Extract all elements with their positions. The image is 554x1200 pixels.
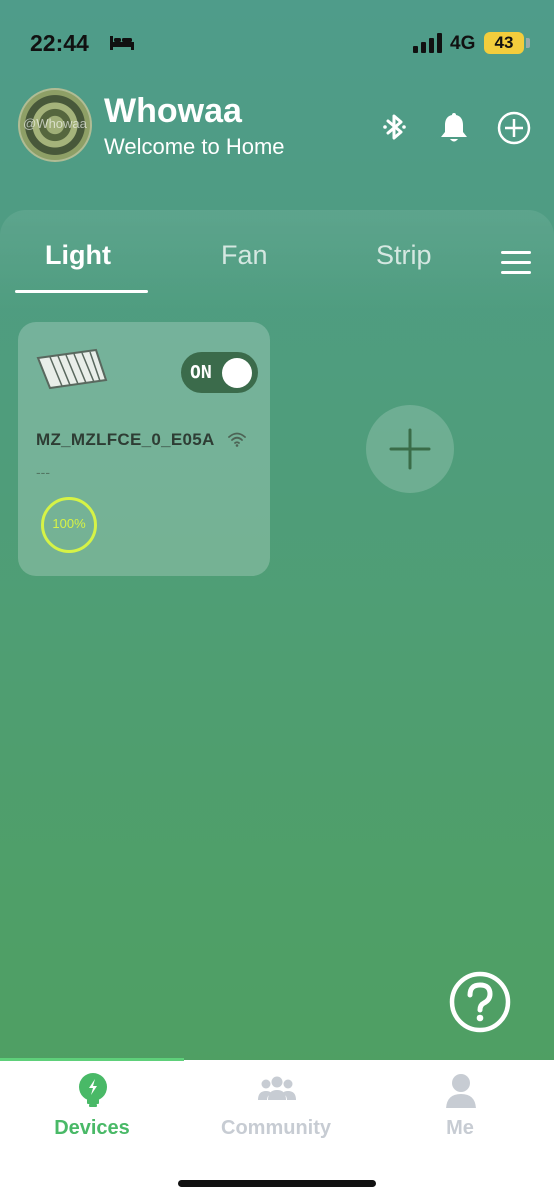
home-indicator (178, 1180, 376, 1187)
nav-devices-label: Devices (54, 1117, 130, 1139)
people-icon (258, 1076, 296, 1100)
plus-icon (389, 428, 431, 470)
bed-icon (110, 36, 134, 50)
device-status-text: --- (36, 464, 50, 480)
category-tabs: Light Fan Strip (0, 234, 554, 294)
welcome-text: Welcome to Home (104, 134, 285, 159)
toggle-label: ON (190, 362, 212, 383)
tab-strip[interactable]: Strip (376, 240, 432, 271)
network-type: 4G (450, 33, 476, 54)
bluetooth-icon[interactable] (377, 110, 413, 146)
person-icon (446, 1074, 476, 1108)
home-title: Whowaa (104, 92, 242, 130)
wifi-icon (228, 432, 246, 447)
add-circle-icon[interactable] (496, 110, 532, 146)
status-bar: 22:44 4G 43 (0, 0, 554, 84)
add-device-button[interactable] (366, 405, 454, 493)
battery-tip (526, 38, 530, 48)
active-tab-indicator (15, 290, 148, 293)
toggle-knob (222, 358, 252, 388)
grow-light-icon (36, 348, 108, 390)
nav-active-indicator (0, 1058, 184, 1061)
brightness-value: 100% (52, 516, 86, 531)
nav-devices[interactable]: Devices (0, 1072, 184, 1152)
tab-fan[interactable]: Fan (221, 240, 268, 271)
avatar[interactable]: @Whowaa (18, 88, 92, 162)
signal-icon (413, 33, 442, 53)
device-name: MZ_MZLFCE_0_E05A (36, 430, 215, 449)
nav-community[interactable]: Community (184, 1072, 368, 1152)
bulb-icon (79, 1073, 107, 1107)
nav-me[interactable]: Me (368, 1072, 552, 1152)
status-time: 22:44 (30, 30, 89, 56)
nav-community-label: Community (221, 1117, 331, 1139)
battery-level: 43 (494, 33, 514, 52)
nav-me-label: Me (446, 1117, 474, 1139)
help-icon[interactable] (448, 970, 512, 1034)
avatar-watermark: @Whowaa (23, 116, 87, 131)
menu-icon[interactable] (500, 248, 532, 276)
bell-icon[interactable] (436, 110, 472, 146)
tab-light[interactable]: Light (45, 240, 111, 271)
